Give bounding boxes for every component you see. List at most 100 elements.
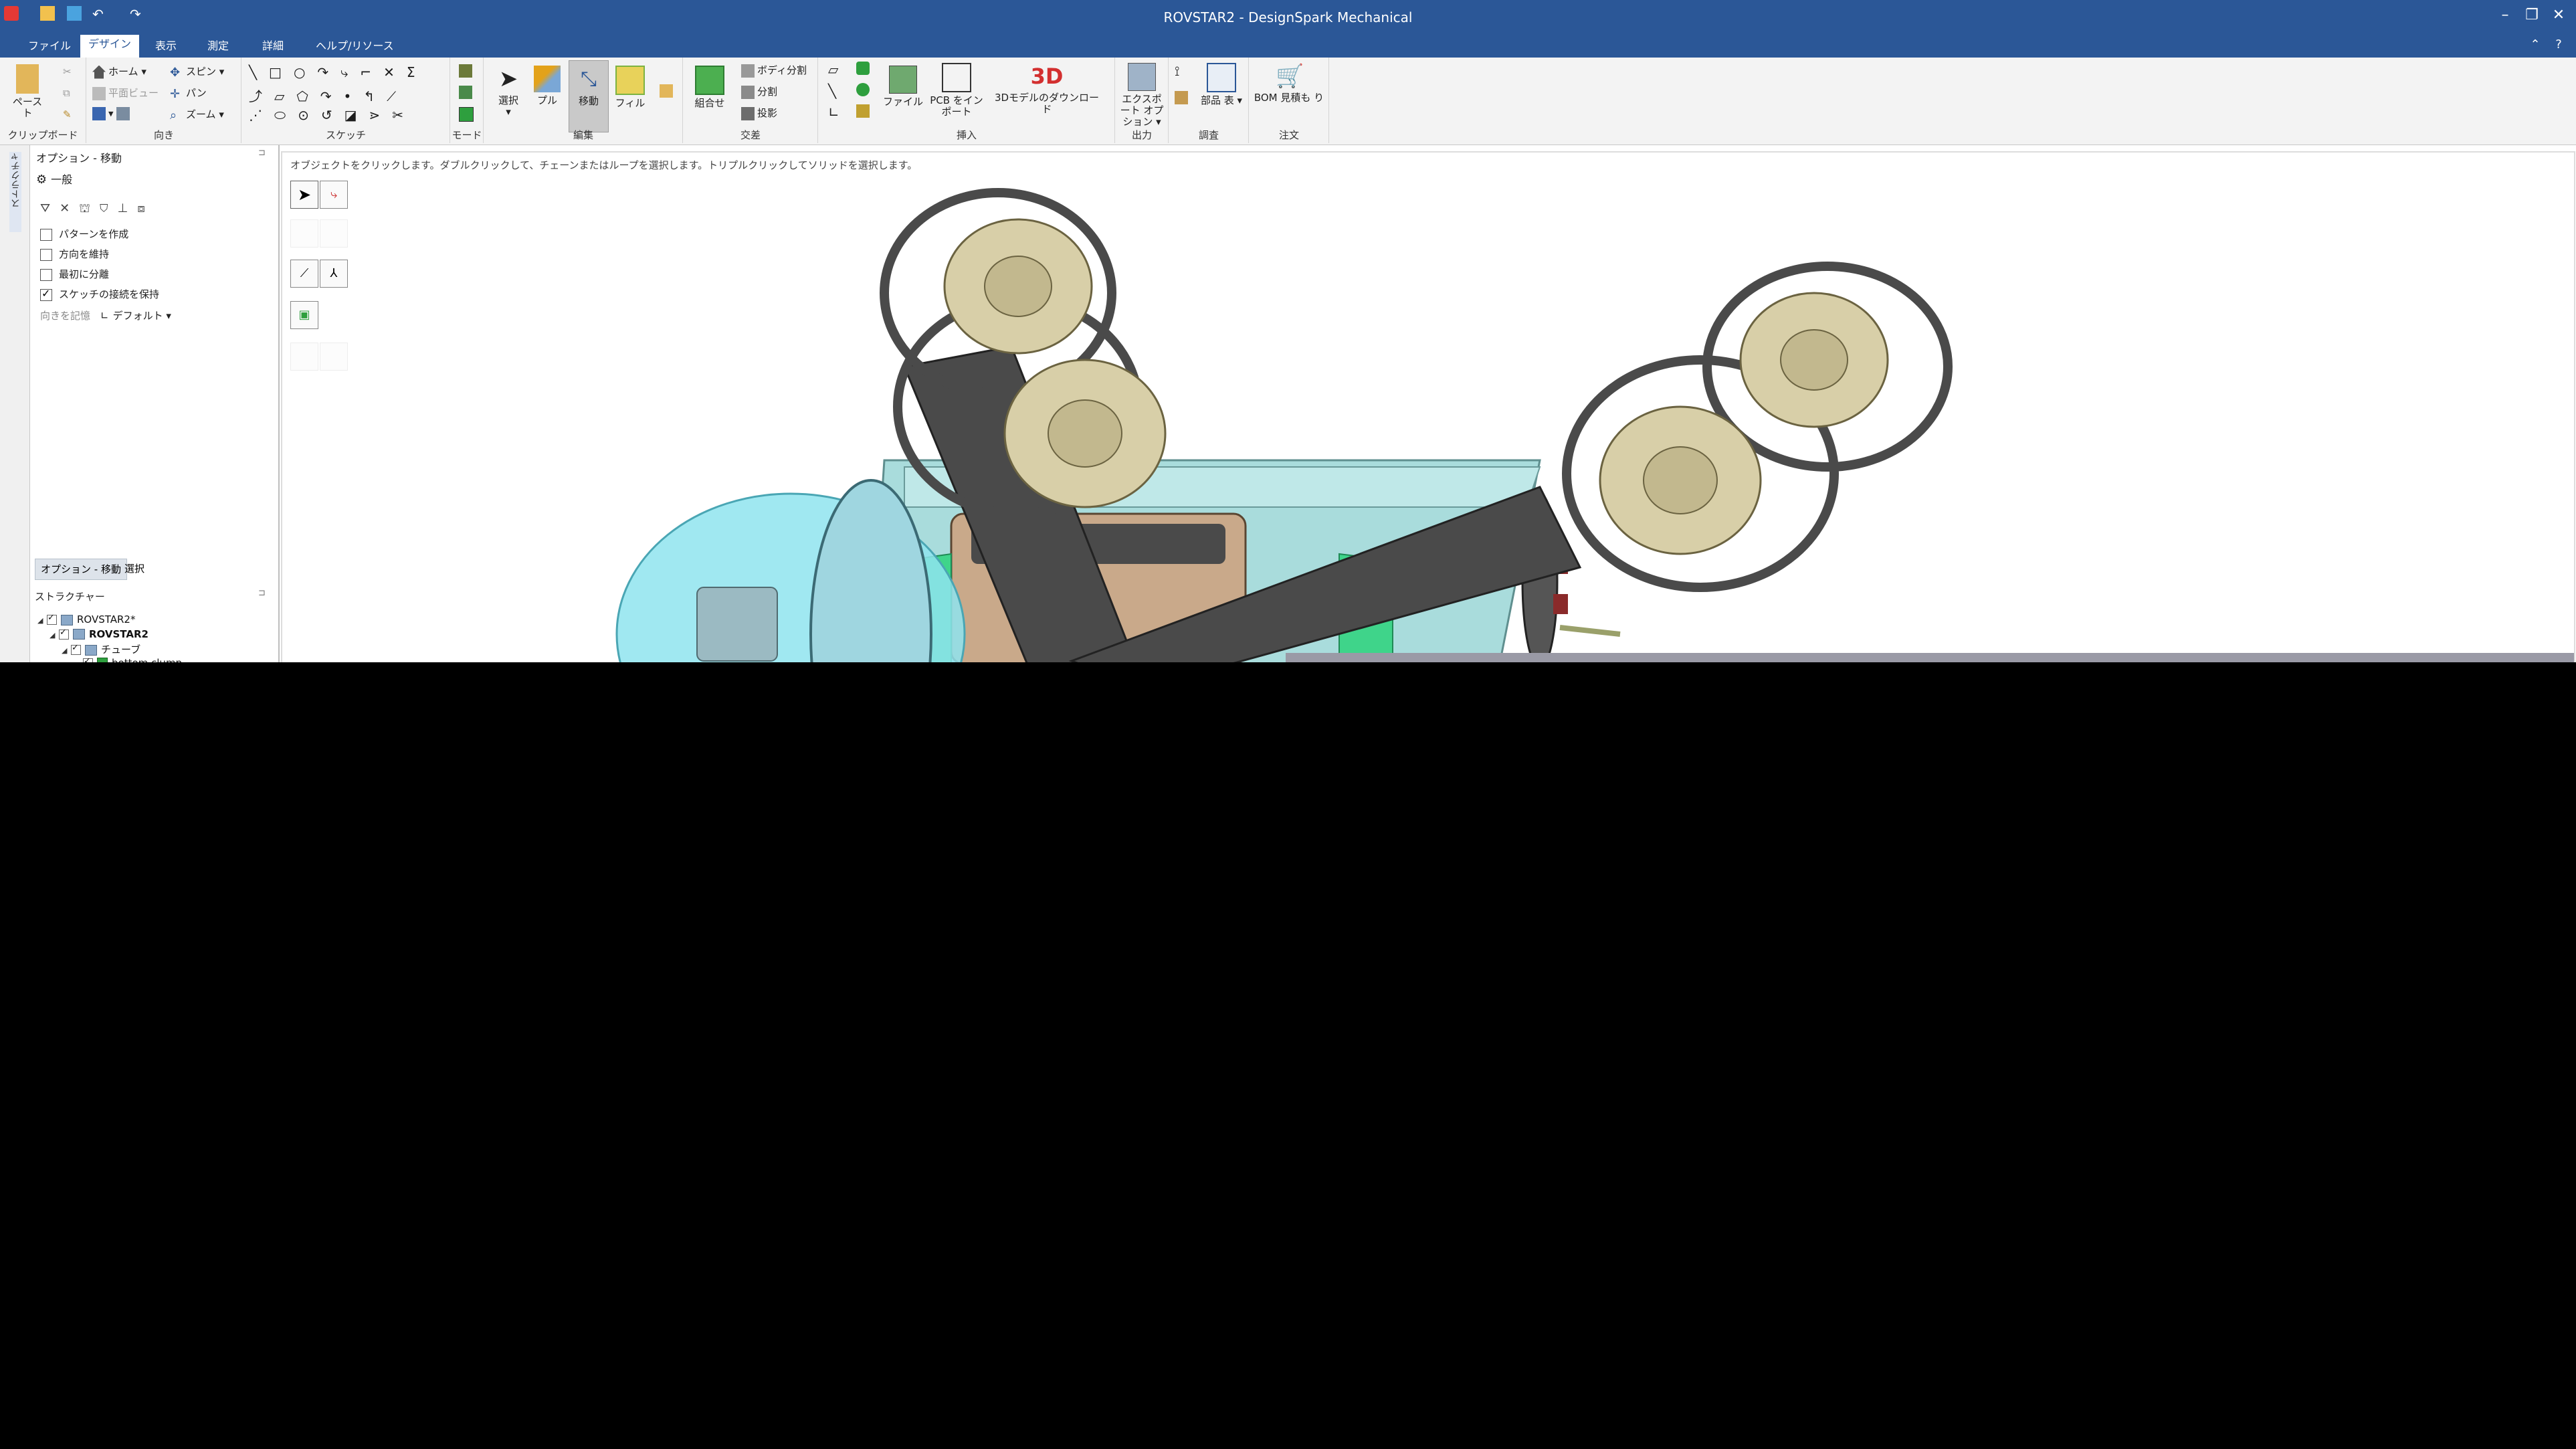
- assembly-icon: [61, 614, 73, 625]
- parts-list-button[interactable]: 部品 表 ▾: [1200, 63, 1243, 106]
- pin-icon[interactable]: ⊐: [258, 148, 266, 158]
- view-cube-button[interactable]: ▾: [92, 107, 132, 120]
- shell-icon[interactable]: [856, 104, 872, 118]
- fill-button[interactable]: フィル: [611, 66, 649, 109]
- tab-view[interactable]: 表示: [147, 37, 185, 56]
- visibility-checkbox[interactable]: [71, 643, 81, 655]
- measure-icon[interactable]: ⟟: [1175, 63, 1179, 79]
- right-propeller-upper[interactable]: [1780, 329, 1848, 391]
- keep-orientation-box[interactable]: [40, 248, 52, 261]
- detach-first-box[interactable]: [40, 268, 52, 281]
- expand-toggle-icon[interactable]: ◢: [37, 616, 47, 625]
- shopping-cart-icon: 🛒: [1276, 63, 1304, 90]
- maintain-sketch-connectivity-box[interactable]: [40, 287, 52, 301]
- sketch-tools-row-3[interactable]: ⋰⬭⊙↺◪⋗✂: [249, 107, 415, 123]
- export-options-button[interactable]: エクスポート オプション ▾: [1118, 63, 1165, 128]
- visibility-checkbox[interactable]: [47, 613, 57, 625]
- insert-file-button[interactable]: ファイル: [883, 66, 923, 108]
- structure-pin-icon[interactable]: ⊐: [258, 588, 266, 598]
- left-propeller-lower[interactable]: [1048, 399, 1122, 468]
- visibility-checkbox[interactable]: [59, 627, 69, 640]
- pan-button[interactable]: ✛ パン: [170, 86, 207, 101]
- front-camera-module[interactable]: [696, 587, 778, 662]
- sketch-tools-row-1[interactable]: ╲□○↷⤷⌐✕Σ: [249, 64, 427, 80]
- plane-icon[interactable]: ▱: [828, 62, 838, 78]
- tree-item[interactable]: bottom clump: [74, 656, 182, 662]
- tree-item[interactable]: ◢ ROVSTAR2: [49, 627, 148, 640]
- paste-button[interactable]: ペースト: [11, 64, 44, 119]
- structure-vertical-tab-label: ストラクチャ: [11, 152, 21, 208]
- create-pattern-checkbox[interactable]: パターンを作成: [40, 227, 128, 241]
- expand-toggle-icon[interactable]: ◢: [62, 646, 71, 655]
- zoom-button[interactable]: ⌕ ズーム ▾: [170, 107, 224, 122]
- axis-icon[interactable]: ╲: [828, 83, 836, 99]
- tree-item-label: ROVSTAR2*: [77, 613, 136, 625]
- structure-title: ストラクチャー: [35, 591, 105, 603]
- download-3d-model-button[interactable]: 3D 3Dモデルのダウンロード: [990, 63, 1104, 115]
- cylinder-icon[interactable]: [856, 62, 872, 75]
- export-options-label: エクスポート オプション: [1120, 93, 1164, 128]
- right-propeller-lower[interactable]: [1643, 446, 1718, 514]
- sketch-mode-icon[interactable]: [459, 64, 475, 78]
- group-icon: [85, 644, 97, 656]
- fill-label: フィル: [615, 97, 646, 109]
- move-button[interactable]: ⤡ 移動: [569, 60, 609, 132]
- home-button[interactable]: ホーム ▾: [92, 64, 146, 79]
- expand-toggle-icon[interactable]: ◢: [49, 631, 59, 640]
- tab-measure[interactable]: 測定: [199, 37, 237, 56]
- split-icon: [741, 85, 755, 99]
- tab-file[interactable]: ファイル: [20, 37, 79, 56]
- copy-icon[interactable]: ⧉: [63, 87, 70, 99]
- tab-design[interactable]: デザイン: [80, 35, 140, 59]
- create-pattern-box[interactable]: [40, 228, 52, 241]
- split-button[interactable]: 分割: [741, 84, 777, 99]
- help-icon[interactable]: ?: [2549, 37, 2569, 52]
- general-section[interactable]: ⚙ 一般: [36, 171, 72, 187]
- section-mode-icon[interactable]: [459, 86, 475, 99]
- insert-group: ▱ ╲ ∟ ファイル PCB をイン ポート 3D 3Dモデルのダウンロード 挿…: [819, 58, 1115, 143]
- maintain-sketch-connectivity-label: スケッチの接続を保持: [59, 288, 160, 300]
- order-group-label: 注文: [1278, 129, 1299, 141]
- close-icon[interactable]: ✕: [2549, 7, 2569, 23]
- minimize-icon[interactable]: –: [2495, 7, 2515, 23]
- edit-extra-icon[interactable]: [660, 84, 676, 98]
- cut-icon[interactable]: ✂: [63, 66, 72, 78]
- structure-vertical-tab[interactable]: ストラクチャ: [9, 152, 21, 232]
- project-button[interactable]: 投影: [741, 106, 777, 120]
- maintain-sketch-connectivity-checkbox[interactable]: スケッチの接続を保持: [40, 287, 159, 301]
- 3d-mode-icon[interactable]: [459, 107, 476, 122]
- rear-connector-2[interactable]: [1553, 594, 1568, 614]
- keep-orientation-checkbox[interactable]: 方向を維持: [40, 247, 109, 261]
- bom-quote-button[interactable]: 🛒 BOM 見積も り: [1252, 63, 1326, 104]
- paste-label: ペースト: [12, 96, 43, 119]
- ribbon-collapse-icon[interactable]: ⌃: [2525, 37, 2545, 52]
- split-body-button[interactable]: ボディ分割: [741, 63, 807, 78]
- combine-button[interactable]: 組合せ: [688, 66, 732, 109]
- tab-detail[interactable]: 詳細: [254, 37, 292, 56]
- left-propeller-upper[interactable]: [984, 256, 1052, 317]
- restore-icon[interactable]: ❐: [2522, 7, 2542, 23]
- detach-first-checkbox[interactable]: 最初に分離: [40, 267, 109, 281]
- rear-cable[interactable]: [1559, 625, 1621, 637]
- origin-icon[interactable]: ∟: [828, 104, 839, 120]
- tab-options-move[interactable]: オプション - 移動: [35, 559, 127, 580]
- format-painter-icon[interactable]: ✎: [63, 108, 72, 120]
- spin-button[interactable]: ✥ スピン ▾: [170, 64, 224, 80]
- gear-icon: ⚙: [36, 173, 47, 187]
- sketch-tools-row-2[interactable]: ⤴▱⬠↷•↰⟋: [249, 86, 408, 105]
- tab-selection[interactable]: 選択: [119, 559, 150, 579]
- orientation-dropdown[interactable]: ∟ デフォルト ▾: [100, 308, 171, 322]
- design-viewport[interactable]: オブジェクトをクリックします。ダブルクリックして、チェーンまたはループを選択しま…: [281, 151, 2575, 662]
- inspect-icon[interactable]: [1175, 91, 1191, 104]
- tab-help-resources[interactable]: ヘルプ/リソース: [308, 37, 402, 56]
- tree-item[interactable]: ◢ チューブ: [62, 642, 140, 656]
- pull-button[interactable]: プル: [528, 66, 566, 106]
- sphere-icon[interactable]: [856, 83, 872, 96]
- visibility-checkbox[interactable]: [83, 656, 93, 662]
- pcb-import-button[interactable]: PCB をイン ポート: [928, 63, 985, 118]
- move-option-tools[interactable]: ⛛✕⛫⛉⊥⧈: [40, 201, 155, 217]
- rov-3d-model[interactable]: [282, 153, 2574, 662]
- plan-view-button[interactable]: 平面ビュー: [92, 86, 159, 100]
- tree-item[interactable]: ◢ ROVSTAR2*: [37, 613, 135, 625]
- select-button[interactable]: ➤ 選択 ▾: [490, 66, 527, 118]
